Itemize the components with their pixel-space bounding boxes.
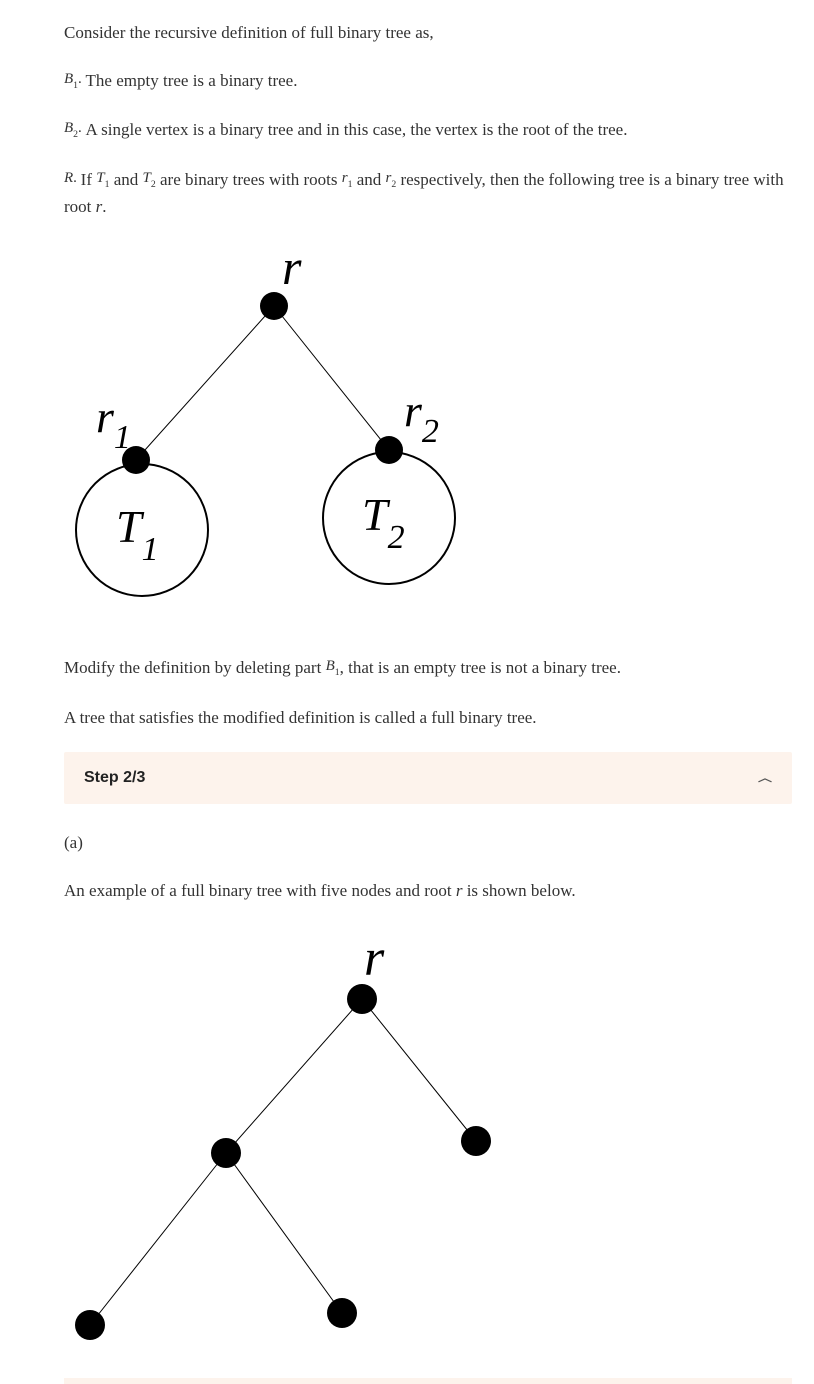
d1-r2-label: r2	[404, 385, 439, 450]
r-t1sub: 1	[105, 179, 110, 190]
r-t2: T	[143, 170, 151, 186]
d1-t2-label: T2	[362, 489, 405, 556]
tree-diagram-1: r r1 r2 T1 T2	[64, 242, 792, 627]
r-r1: r	[342, 170, 348, 186]
part-a-text: An example of a full binary tree with fi…	[64, 878, 792, 904]
definition-b2: B2. A single vertex is a binary tree and…	[64, 117, 792, 145]
r-r1sub: 1	[348, 179, 353, 190]
b1-dot: .	[78, 71, 82, 87]
r-label: R	[64, 170, 73, 186]
full-tree-line: A tree that satisfies the modified defin…	[64, 705, 792, 731]
d1-r-label: r	[282, 242, 302, 295]
r-r2sub: 2	[391, 179, 396, 190]
definition-b1: B1. The empty tree is a binary tree.	[64, 68, 792, 96]
d2-r-label: r	[364, 930, 385, 987]
chevron-up-icon: ︿	[758, 771, 772, 785]
b1-text: The empty tree is a binary tree.	[86, 71, 298, 90]
r-dot: .	[73, 170, 77, 186]
d1-t1-label: T1	[116, 501, 159, 568]
part-a-label: (a)	[64, 830, 792, 856]
next-step-header[interactable]	[64, 1378, 792, 1384]
b2-sub: 2	[73, 129, 78, 140]
a-post: is shown below.	[462, 881, 575, 900]
definition-r: R. If T1 and T2 are binary trees with ro…	[64, 167, 792, 220]
r-mid: are binary trees with roots	[156, 170, 342, 189]
b2-label: B	[64, 120, 73, 136]
a-pre: An example of a full binary tree with fi…	[64, 881, 456, 900]
modify-post: , that is an empty tree is not a binary …	[340, 658, 621, 677]
modify-text: Modify the definition by deleting part B…	[64, 655, 792, 683]
tree-diagram-2: r	[64, 925, 792, 1350]
r-if: If	[81, 170, 97, 189]
modify-pre: Modify the definition by deleting part	[64, 658, 326, 677]
b1-sub: 1	[73, 80, 78, 91]
r-and2: and	[352, 170, 385, 189]
b2-text: A single vertex is a binary tree and in …	[86, 120, 628, 139]
step-header[interactable]: Step 2/3 ︿	[64, 752, 792, 804]
r-tail2: .	[102, 197, 106, 216]
step-title: Step 2/3	[84, 769, 145, 787]
intro-text: Consider the recursive definition of ful…	[64, 20, 792, 46]
r-and1: and	[109, 170, 142, 189]
b1-label: B	[64, 71, 73, 87]
b2-dot: .	[78, 120, 82, 136]
modify-bsub: 1	[335, 667, 340, 678]
modify-b: B	[326, 658, 335, 674]
r-t2sub: 2	[151, 179, 156, 190]
r-t1: T	[96, 170, 104, 186]
d1-r1-label: r1	[96, 391, 131, 456]
